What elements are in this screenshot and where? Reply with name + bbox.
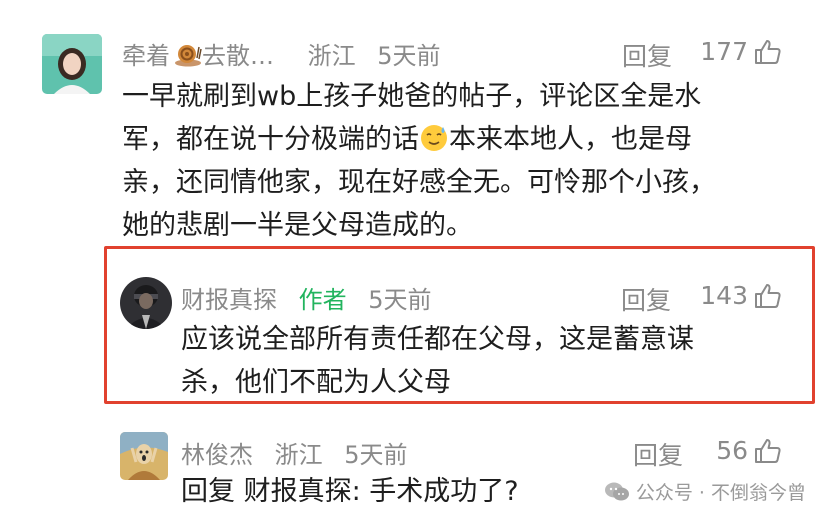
- comment-text-line: 军，都在说十分极端的话 本来本地人，也是母: [122, 123, 692, 155]
- author-badge: 作者: [298, 286, 347, 314]
- avatar[interactable]: [120, 432, 168, 480]
- like-count: 177: [700, 37, 748, 66]
- username-suffix[interactable]: 去散…: [202, 42, 274, 70]
- comment-text: 应该说全部所有责任都在父母，这是蓄意谋 杀，他们不配为人父母: [181, 318, 791, 404]
- avatar[interactable]: [42, 34, 102, 94]
- username[interactable]: 财报真探: [181, 286, 277, 314]
- comment-text: 回复 财报真探: 手术成功了?: [181, 476, 519, 507]
- comment-text-line: 她的悲剧一半是父母造成的。: [122, 210, 473, 241]
- like-count: 143: [700, 281, 748, 310]
- watermark-text: 公众号 · 不倒翁今曾: [635, 482, 806, 504]
- username[interactable]: 林俊杰: [181, 441, 253, 469]
- username[interactable]: 牵着: [122, 42, 170, 70]
- avatar[interactable]: [120, 277, 172, 329]
- timestamp: 5天前: [368, 286, 432, 314]
- sweat-smile-emoji-icon: [419, 123, 449, 153]
- reply-button[interactable]: 回复: [621, 281, 671, 317]
- location: 浙江: [274, 441, 323, 469]
- comment-text-line: 一早就刷到wb上孩子她爸的帖子，评论区全是水: [122, 81, 702, 112]
- thumbs-up-icon[interactable]: [754, 282, 782, 310]
- location: 浙江: [307, 42, 356, 70]
- comment-text-line: 杀，他们不配为人父母: [181, 367, 451, 398]
- wechat-icon: [604, 481, 630, 503]
- comment-text-line: 应该说全部所有责任都在父母，这是蓄意谋: [181, 324, 694, 355]
- reply-button[interactable]: 回复: [622, 37, 672, 73]
- thumbs-up-icon[interactable]: [754, 38, 782, 66]
- timestamp: 5天前: [377, 42, 441, 70]
- timestamp: 5天前: [344, 441, 408, 469]
- comment-text: 一早就刷到wb上孩子她爸的帖子，评论区全是水 军，都在说十分极端的话 本来本地人，…: [122, 75, 802, 247]
- reply-button[interactable]: 回复: [633, 436, 683, 472]
- like-count: 56: [716, 436, 748, 465]
- thumbs-up-icon[interactable]: [754, 437, 782, 465]
- snail-icon: [170, 41, 202, 67]
- watermark: 公众号 · 不倒翁今曾: [604, 478, 806, 505]
- comment-text-line: 亲，还同情他家，现在好感全无。可怜那个小孩，: [122, 167, 716, 198]
